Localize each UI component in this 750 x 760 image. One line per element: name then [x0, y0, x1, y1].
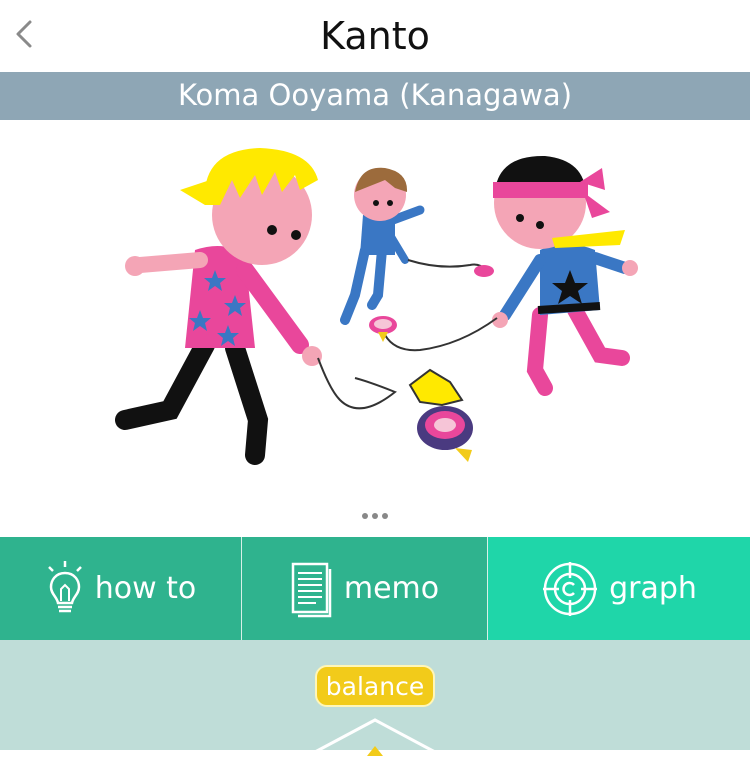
lightbulb-icon [45, 559, 85, 619]
illustration [0, 120, 750, 537]
document-icon [290, 559, 334, 619]
nav-bar: Kanto [0, 0, 750, 72]
children-spinning-tops-illustration [115, 148, 638, 465]
region-subtitle: Koma Ooyama (Kanagawa) [0, 72, 750, 120]
target-icon [541, 560, 599, 618]
action-tabs: how to memo graph [0, 537, 750, 640]
tab-memo[interactable]: memo [242, 537, 488, 640]
tab-label: memo [343, 571, 440, 606]
radar-chart-top [310, 716, 440, 756]
tab-how-to[interactable]: how to [0, 537, 242, 640]
page-title: Kanto [320, 14, 430, 58]
spinning-top-small [369, 316, 397, 342]
small-boy-figure [340, 167, 494, 325]
spinning-top-large [408, 368, 473, 462]
balance-badge: balance [315, 665, 435, 707]
pager-dots[interactable] [360, 505, 390, 519]
tab-label: graph [609, 571, 697, 606]
headband-kid-figure [384, 155, 638, 396]
tab-label: how to [94, 571, 197, 606]
chart-shape [314, 718, 436, 756]
tab-graph[interactable]: graph [488, 537, 750, 640]
ellipsis-icon [362, 513, 388, 519]
